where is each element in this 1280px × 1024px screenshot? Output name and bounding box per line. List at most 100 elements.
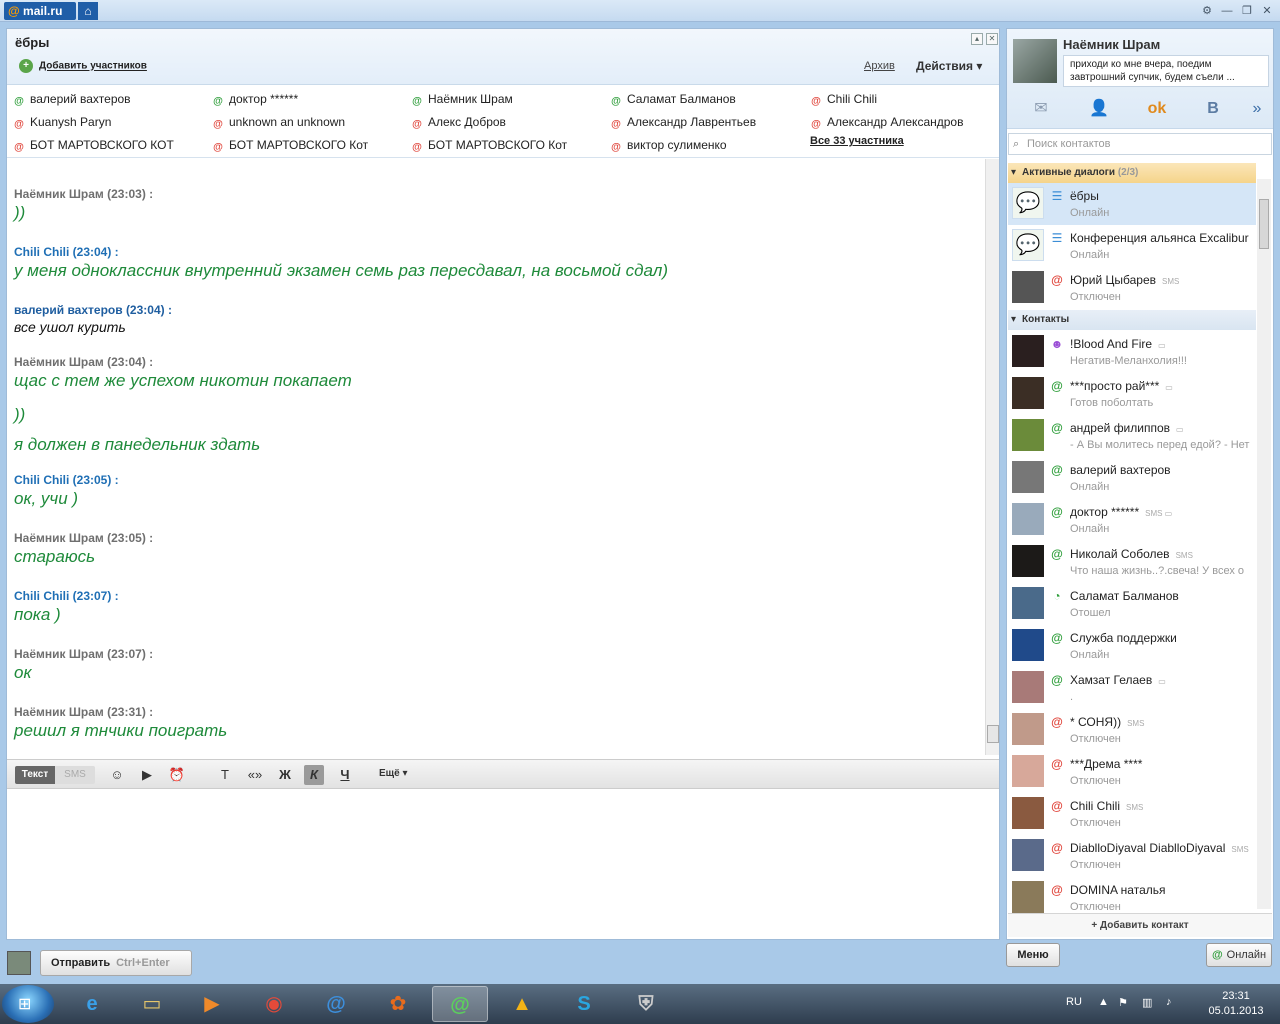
ie-icon[interactable]: e [64,986,120,1022]
participant-item[interactable]: @ Алекс Добров [411,112,596,132]
contact-item[interactable]: @ ***просто рай*** ▭ Готов поболтать [1008,373,1256,415]
message-author[interactable]: Наёмник Шрам (23:31) : [14,705,227,719]
mailru-logo[interactable]: @ mail.ru [4,2,76,20]
home-icon[interactable]: ⌂ [78,2,98,20]
participant-item[interactable]: @ Александр Александров [810,112,995,132]
close-icon[interactable]: ✕ [1258,3,1276,19]
message-item: Наёмник Шрам (23:04) : щас с тем же успех… [14,355,352,391]
active-dialogs-header[interactable]: Активные диалоги (2/3) [1008,163,1256,183]
close-chat-icon[interactable]: ✕ [986,33,998,45]
bold-button[interactable]: Ж [275,765,295,785]
chrome-icon[interactable]: ◉ [246,986,302,1022]
message-author[interactable]: Наёмник Шрам (23:03) : [14,187,153,201]
add-contact-button[interactable]: + Добавить контакт [1008,913,1272,937]
participant-item[interactable]: @ виктор сулименко [610,135,795,155]
contact-item[interactable]: @ Служба поддержки Онлайн [1008,625,1256,667]
participant-item[interactable]: @ БОТ МАРТОВСКОГО Кот [212,135,397,155]
message-author[interactable]: Наёмник Шрам (23:04) : [14,355,352,369]
participant-item[interactable]: @ unknown an unknown [212,112,397,132]
message-author[interactable]: Наёмник Шрам (23:05) : [14,531,153,545]
tab-text[interactable]: Текст [15,766,55,784]
language-indicator[interactable]: RU [1066,996,1082,1008]
contact-item[interactable]: @ Chili Chili SMS Отключен [1008,793,1256,835]
clock[interactable]: 23:31 05.01.2013 [1196,989,1276,1019]
text-style-icon[interactable]: T [215,765,235,785]
start-button[interactable]: ⊞ [2,985,54,1023]
contact-item[interactable]: 💬 ☰ ёбры Онлайн [1008,183,1256,225]
message-author[interactable]: Chili Chili (23:07) : [14,589,119,603]
profile-name[interactable]: Наёмник Шрам [1063,37,1160,52]
message-author[interactable]: Наёмник Шрам (23:07) : [14,647,153,661]
contact-item[interactable]: ◔ Саламат Балманов Отошел [1008,583,1256,625]
restore-icon[interactable]: ❐ [1238,3,1256,19]
archive-link[interactable]: Архив [864,60,895,72]
contact-item[interactable]: @ валерий вахтеров Онлайн [1008,457,1256,499]
mail-icon[interactable]: ✉ [1027,97,1055,121]
alarm-icon[interactable]: ⏰ [167,765,187,785]
message-scrollbar[interactable] [985,159,999,755]
participant-item[interactable]: @ Саламат Балманов [610,89,795,109]
skype-icon[interactable]: S [556,986,612,1022]
participant-item[interactable]: @ Наёмник Шрам [411,89,596,109]
volume-icon[interactable]: ♪ [1166,996,1172,1008]
contact-item[interactable]: @ DiablloDiyaval DiablloDiyaval SMS Отключе… [1008,835,1256,877]
profile-status[interactable]: приходи ко мне вчера, поедим завтрошний … [1063,55,1269,87]
contact-item[interactable]: 💬 ☰ Конференция альянса Excalibur Онлайн [1008,225,1256,267]
tab-sms[interactable]: SMS [55,766,95,784]
participant-item[interactable]: @ Александр Лаврентьев [610,112,795,132]
participant-item[interactable]: @ валерий вахтеров [13,89,198,109]
collapse-icon[interactable]: ▴ [971,33,983,45]
contact-item[interactable]: @ Николай Соболев SMS Что наша жизнь..?.све… [1008,541,1256,583]
tray-expand-icon[interactable]: ▲ [1098,996,1109,1008]
italic-button[interactable]: К [304,765,324,785]
network-icon[interactable]: ▥ [1142,996,1152,1009]
add-participants-link[interactable]: + Добавить участников [19,59,147,73]
participant-item[interactable]: @ доктор ****** [212,89,397,109]
scrollbar-thumb[interactable] [987,725,999,743]
more-icon[interactable]: » [1243,97,1271,121]
contact-item[interactable]: @ Юрий Цыбарев SMS Отключен [1008,267,1256,309]
mail-agent-active-icon[interactable]: @ [432,986,488,1022]
search-input[interactable]: Поиск контактов [1008,133,1272,155]
video-icon[interactable]: ▶ [137,765,157,785]
quote-button[interactable]: «» [245,765,265,785]
actions-menu[interactable]: Действия ▾ [916,59,982,73]
message-author[interactable]: валерий вахтеров (23:04) : [14,303,172,317]
settings-icon[interactable]: ⚙ [1198,3,1216,19]
world-of-tanks-icon[interactable]: ⛨ [618,986,674,1022]
underline-button[interactable]: Ч [335,765,355,785]
more-menu[interactable]: Ещё ▾ [379,768,407,779]
participant-item[interactable]: @ Kuanysh Paryn [13,112,198,132]
message-input[interactable] [7,791,999,939]
contact-item[interactable]: ☻ !Blood And Fire ▭ Негатив-Меланхолия!!! [1008,331,1256,373]
scrollbar-thumb[interactable] [1259,199,1269,249]
aimp-icon[interactable]: ▲ [494,986,550,1022]
participant-item[interactable]: @ БОТ МАРТОВСКОГО Кот [411,135,596,155]
send-button[interactable]: Отправить Ctrl+Enter [40,950,192,976]
contacts-scrollbar[interactable] [1257,179,1271,909]
folder-icon[interactable]: ▭ [124,986,180,1022]
flag-icon[interactable]: ⚑ [1118,996,1128,1009]
mail-agent-icon[interactable]: @ [308,986,364,1022]
profile-avatar[interactable] [1013,39,1057,83]
message-author[interactable]: Chili Chili (23:05) : [14,473,119,487]
online-status-button[interactable]: @ Онлайн [1206,943,1272,967]
minimize-icon[interactable]: — [1218,3,1236,19]
smiley-icon[interactable]: ☺ [107,765,127,785]
contact-item[interactable]: @ андрей филиппов ▭ - А Вы молитесь перед е… [1008,415,1256,457]
contact-item[interactable]: @ Хамзат Гелаев ▭. [1008,667,1256,709]
contact-item[interactable]: @ ***Дрема **** Отключен [1008,751,1256,793]
participant-item[interactable]: @ БОТ МАРТОВСКОГО КОТ [13,135,198,155]
contacts-header[interactable]: Контакты [1008,310,1256,330]
participant-item[interactable]: @ Chili Chili [810,89,995,109]
contact-item[interactable]: @ * СОНЯ)) SMS Отключен [1008,709,1256,751]
contact-item[interactable]: @ доктор ****** SMS ▭ Онлайн [1008,499,1256,541]
message-author[interactable]: Chili Chili (23:04) : [14,245,668,259]
menu-button[interactable]: Меню [1006,943,1060,967]
app-icon[interactable]: ✿ [370,986,426,1022]
add-user-icon[interactable]: 👤 [1085,97,1113,121]
media-player-icon[interactable]: ▶ [184,986,240,1022]
vkontakte-icon[interactable]: B [1199,97,1227,121]
all-participants-link[interactable]: Все 33 участника [810,135,904,147]
odnoklassniki-icon[interactable]: ok [1143,97,1171,121]
